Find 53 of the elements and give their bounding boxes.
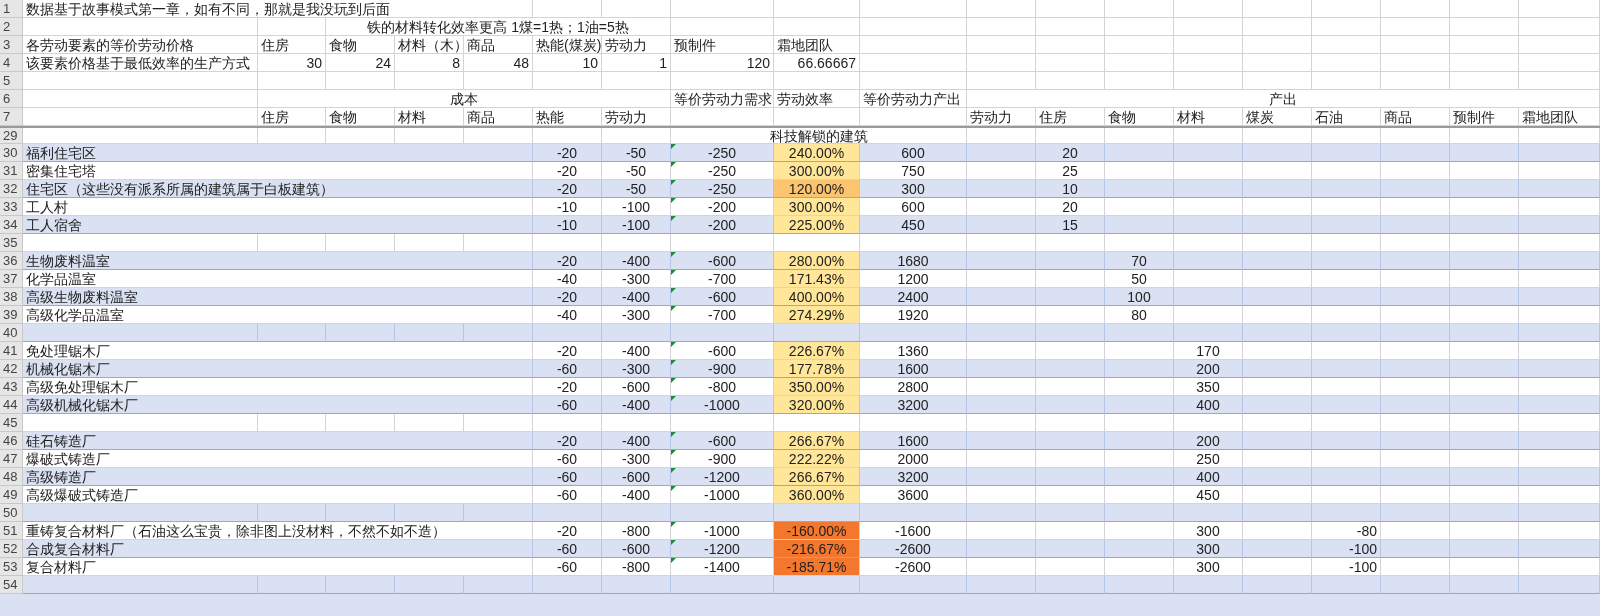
row-number[interactable]: 44 xyxy=(0,396,23,414)
row-number[interactable]: 38 xyxy=(0,288,23,306)
row-number[interactable]: 47 xyxy=(0,450,23,468)
row-number[interactable]: 3 xyxy=(0,36,23,54)
row-number[interactable]: 37 xyxy=(0,270,23,288)
row-number[interactable]: 49 xyxy=(0,486,23,504)
row-number[interactable]: 5 xyxy=(0,72,23,90)
table-cell: 360.00% xyxy=(774,486,860,504)
row-number[interactable]: 53 xyxy=(0,558,23,576)
row-number[interactable]: 48 xyxy=(0,468,23,486)
table-cell: 274.29% xyxy=(774,306,860,324)
row-number[interactable]: 45 xyxy=(0,414,23,432)
row-number[interactable]: 42 xyxy=(0,360,23,378)
table-cell: 120.00% xyxy=(774,180,860,198)
row-number[interactable]: 1 xyxy=(0,0,23,18)
row-number[interactable]: 46 xyxy=(0,432,23,450)
row-number[interactable]: 52 xyxy=(0,540,23,558)
row-number[interactable]: 31 xyxy=(0,162,23,180)
row-number[interactable]: 32 xyxy=(0,180,23,198)
table-cell: 266.67% xyxy=(774,432,860,450)
row-number[interactable]: 39 xyxy=(0,306,23,324)
row-number[interactable]: 50 xyxy=(0,504,23,522)
table-cell: 350.00% xyxy=(774,378,860,396)
table-cell: 225.00% xyxy=(774,216,860,234)
row-number[interactable]: 6 xyxy=(0,90,23,108)
row-number[interactable]: 35 xyxy=(0,234,23,252)
table-cell: 226.67% xyxy=(774,342,860,360)
row-number[interactable]: 34 xyxy=(0,216,23,234)
table-cell: 300.00% xyxy=(774,198,860,216)
table-cell: 240.00% xyxy=(774,144,860,162)
row-number[interactable]: 4 xyxy=(0,54,23,72)
row-number[interactable]: 7 xyxy=(0,108,23,126)
row-number[interactable]: 36 xyxy=(0,252,23,270)
row-number[interactable]: 43 xyxy=(0,378,23,396)
row-number[interactable]: 30 xyxy=(0,144,23,162)
row-number[interactable]: 41 xyxy=(0,342,23,360)
table-cell: 222.22% xyxy=(774,450,860,468)
table-cell: 266.67% xyxy=(774,468,860,486)
row-number[interactable]: 33 xyxy=(0,198,23,216)
table-cell: -160.00% xyxy=(774,522,860,540)
table-cell: 280.00% xyxy=(774,252,860,270)
row-number[interactable]: 51 xyxy=(0,522,23,540)
row-number[interactable]: 29 xyxy=(0,128,23,144)
row-number[interactable]: 2 xyxy=(0,18,23,36)
table-cell: -216.67% xyxy=(774,540,860,558)
table-cell: 171.43% xyxy=(774,270,860,288)
table-cell: 177.78% xyxy=(774,360,860,378)
table-cell: 400.00% xyxy=(774,288,860,306)
row-number[interactable]: 40 xyxy=(0,324,23,342)
table-cell: 320.00% xyxy=(774,396,860,414)
table-cell: 300.00% xyxy=(774,162,860,180)
table-cell: -185.71% xyxy=(774,558,860,576)
row-number[interactable]: 54 xyxy=(0,576,23,594)
